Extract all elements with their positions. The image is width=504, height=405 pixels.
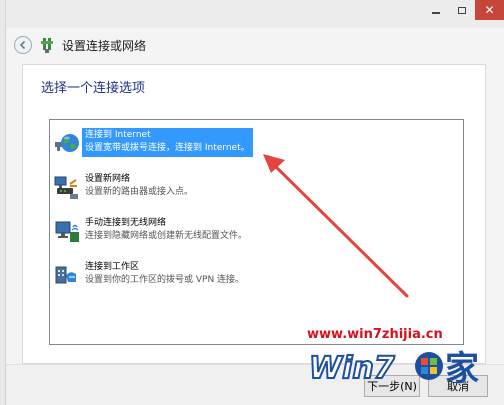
watermark-logo-text: Win7	[309, 351, 395, 386]
option-text: 连接到 Internet 设置宽带或拨号连接，连接到 Internet。	[82, 128, 253, 157]
watermark-logo: Win7 家	[308, 349, 479, 389]
option-description: 设置到你的工作区的拨号或 VPN 连接。	[85, 275, 245, 285]
content-panel: 选择一个连接选项 连接到 Internet 设置宽带或拨号连接，连接到 Inte…	[22, 64, 486, 364]
option-title: 连接到工作区	[85, 262, 140, 272]
option-description: 连接到隐藏网络或创建新无线配置文件。	[85, 231, 248, 241]
title-bar: ✕	[6, 0, 504, 28]
close-icon: ✕	[484, 3, 495, 17]
back-arrow-icon	[19, 40, 26, 50]
option-text: 手动连接到无线网络 连接到隐藏网络或创建新无线配置文件。	[82, 216, 250, 245]
option-text: 连接到工作区 设置到你的工作区的拨号或 VPN 连接。	[82, 260, 247, 289]
watermark-url: www.win7zhijia.cn	[307, 327, 443, 342]
minimize-icon	[432, 12, 440, 14]
option-text: 设置新网络 设置新的路由器或接入点。	[82, 172, 196, 201]
globe-network-icon	[55, 134, 79, 152]
option-description: 设置宽带或拨号连接，连接到 Internet。	[85, 143, 250, 153]
section-heading: 选择一个连接选项	[41, 81, 146, 96]
connection-options-list: 连接到 Internet 设置宽带或拨号连接，连接到 Internet。 设置新…	[49, 119, 464, 345]
minimize-button[interactable]	[423, 0, 449, 20]
maximize-button[interactable]	[449, 0, 475, 20]
option-description: 设置新的路由器或接入点。	[85, 187, 194, 197]
option-title: 设置新网络	[85, 174, 131, 184]
watermark-logo-char: 家	[445, 349, 479, 389]
workplace-vpn-icon	[55, 266, 76, 284]
page-title: 设置连接或网络	[62, 39, 147, 53]
network-wizard-icon	[41, 38, 53, 53]
option-title: 连接到 Internet	[85, 130, 151, 140]
maximize-icon	[458, 6, 466, 14]
close-button[interactable]: ✕	[475, 0, 504, 20]
wireless-computer-icon	[55, 221, 79, 242]
option-title: 手动连接到无线网络	[85, 218, 167, 228]
wizard-window: ✕ 设置连接或网络 选择一个连接选项 连接到 Internet 设置宽带或拨号连…	[0, 0, 504, 405]
navigation-bar: 设置连接或网络	[6, 28, 504, 62]
router-computers-icon	[54, 176, 78, 199]
back-button[interactable]	[14, 36, 32, 54]
